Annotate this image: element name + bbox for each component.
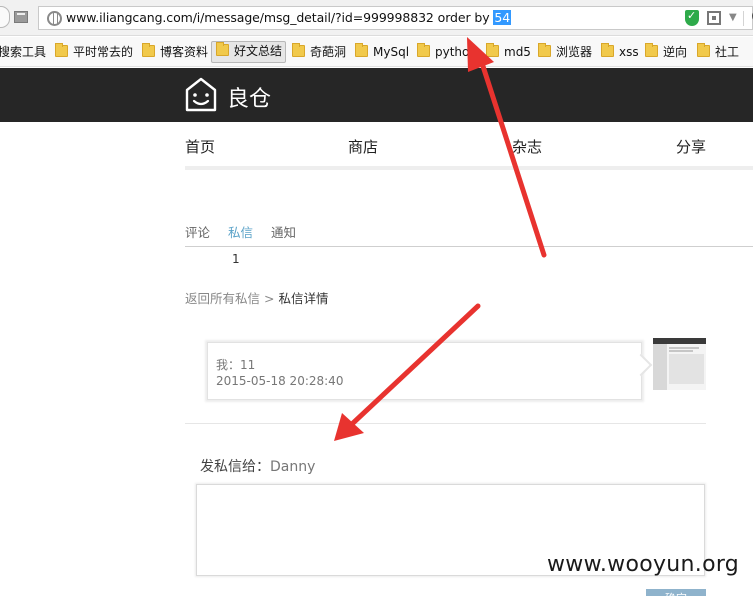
nav-magazine[interactable]: 杂志 (512, 136, 542, 157)
nav-shop[interactable]: 商店 (348, 136, 378, 157)
folder-icon (355, 43, 368, 57)
folder-icon (216, 42, 229, 56)
send-message-label: 发私信给：Danny (200, 456, 315, 476)
bookmark-folder[interactable]: 奇葩洞 (292, 43, 350, 63)
bookmark-folder[interactable]: 社工 (697, 43, 747, 63)
message-bubble: 我：11 2015-05-18 20:28:40 (207, 342, 642, 400)
folder-icon (645, 43, 658, 57)
folder-icon (292, 43, 305, 57)
bookmark-folder[interactable]: MySql (355, 43, 413, 63)
url-text[interactable]: www.iliangcang.com/i/message/msg_detail/… (66, 10, 512, 25)
bookmark-label: 好文总结 (234, 44, 283, 58)
folder-icon (55, 43, 68, 57)
bookmark-label: xss (619, 45, 639, 59)
tab-private-messages[interactable]: 私信 (228, 222, 253, 241)
message-tabs: 评论 私信 通知 (185, 222, 753, 247)
tab-comments[interactable]: 评论 (185, 222, 210, 241)
bookmark-folder[interactable]: md5 (486, 43, 536, 63)
breadcrumb: 返回所有私信 > 私信详情 (185, 288, 328, 307)
send-label-text: 发私信给： (200, 459, 270, 475)
bookmark-label: 浏览器 (556, 45, 593, 59)
message-timestamp: 2015-05-18 20:28:40 (216, 374, 344, 388)
globe-icon (47, 11, 62, 26)
message-content: 我：11 (216, 358, 256, 372)
bookmark-folder-active[interactable]: 好文总结 (211, 41, 286, 63)
folder-icon (538, 43, 551, 57)
main-nav: 首页 商店 杂志 分享 (185, 122, 753, 170)
divider (743, 11, 744, 26)
breadcrumb-back-link[interactable]: 返回所有私信 (185, 291, 260, 306)
url-main: www.iliangcang.com/i/message/msg_detail/… (66, 10, 494, 25)
bookmark-folder[interactable]: xss (601, 43, 641, 63)
bookmark-label: 逆向 (663, 45, 688, 59)
bookmark-label: 博客资料 (160, 45, 209, 59)
avatar[interactable] (653, 338, 706, 390)
bookmark-folder[interactable]: 平时常去的 (55, 43, 137, 63)
breadcrumb-separator: > (260, 291, 279, 306)
browser-address-bar: www.iliangcang.com/i/message/msg_detail/… (0, 0, 753, 36)
folder-icon (142, 43, 155, 57)
bookmark-folder[interactable]: 搜索工具 (0, 43, 50, 63)
bookmark-label: 社工 (715, 45, 740, 59)
logo-text: 良仓 (227, 87, 271, 112)
folder-icon (486, 43, 499, 57)
bookmark-folder[interactable]: 博客资料 (142, 43, 212, 63)
bookmark-label: 搜索工具 (0, 45, 47, 59)
bookmark-folder[interactable]: pytho (417, 43, 475, 63)
bookmark-folder[interactable]: 浏览器 (538, 43, 598, 63)
bookmarks-bar: 搜索工具 平时常去的 博客资料 好文总结 奇葩洞 MySql pytho md5… (0, 37, 753, 67)
divider (185, 423, 706, 424)
submit-button[interactable]: 确定 (646, 589, 706, 596)
back-button[interactable] (0, 6, 10, 28)
security-shield-icon[interactable] (685, 9, 699, 26)
bookmark-label: pytho (435, 45, 470, 59)
watermark: www.wooyun.org (547, 552, 740, 577)
folder-icon (601, 43, 614, 57)
chevron-down-icon[interactable]: ▼ (729, 12, 737, 23)
bookmark-label: MySql (373, 45, 410, 59)
site-logo[interactable]: 良仓 (185, 76, 285, 114)
nav-home[interactable]: 首页 (185, 136, 215, 157)
bookmark-label: 奇葩洞 (310, 45, 347, 59)
recipient-name[interactable]: Danny (270, 459, 315, 475)
bookmark-label: 平时常去的 (73, 45, 134, 59)
nav-share[interactable]: 分享 (676, 136, 706, 157)
site-header: 良仓 (0, 68, 753, 122)
url-selected-text: 54 (493, 10, 512, 25)
folder-icon (417, 43, 430, 57)
bookmark-folder[interactable]: 逆向 (645, 43, 693, 63)
qr-code-icon[interactable] (707, 11, 721, 25)
breadcrumb-current: 私信详情 (278, 291, 329, 306)
folder-icon (697, 43, 710, 57)
url-input[interactable]: www.iliangcang.com/i/message/msg_detail/… (38, 6, 753, 30)
message-count-badge: 1 (232, 252, 240, 266)
bookmark-label: md5 (504, 45, 531, 59)
tab-list-icon[interactable] (14, 11, 28, 23)
logo-mark: 良仓 (185, 77, 271, 112)
tab-notifications[interactable]: 通知 (271, 222, 296, 241)
